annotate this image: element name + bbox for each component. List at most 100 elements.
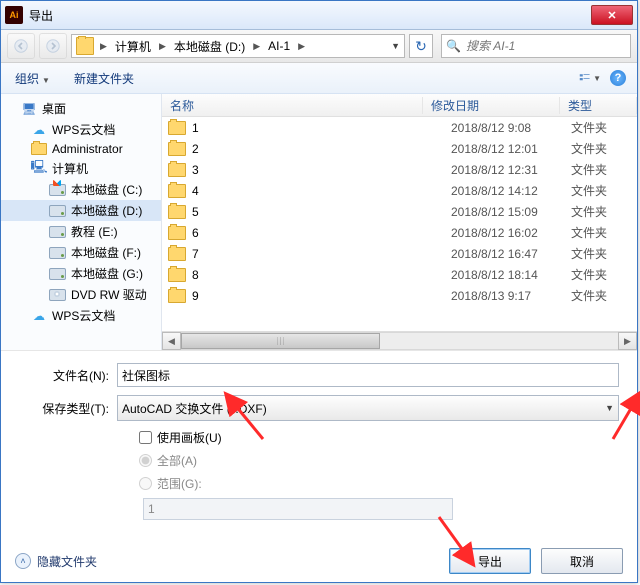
organize-menu[interactable]: 组织▼: [9, 68, 56, 89]
folder-icon: [168, 163, 186, 177]
file-name: 3: [192, 163, 451, 177]
file-date: 2018/8/12 14:12: [451, 184, 571, 198]
close-button[interactable]: ✕: [591, 5, 633, 25]
back-button[interactable]: [7, 33, 35, 59]
forward-button[interactable]: [39, 33, 67, 59]
list-header: 名称 修改日期 类型: [162, 94, 637, 117]
list-row[interactable]: 32018/8/12 12:31文件夹: [162, 159, 637, 180]
list-row[interactable]: 22018/8/12 12:01文件夹: [162, 138, 637, 159]
form-area: 文件名(N): 保存类型(T): AutoCAD 交换文件 (*.DXF)▼ 使…: [1, 350, 637, 526]
folder-icon: [168, 289, 186, 303]
file-type: 文件夹: [571, 140, 631, 157]
crumb-computer[interactable]: 计算机: [111, 36, 155, 57]
scroll-track[interactable]: [181, 332, 618, 350]
navbar: ▶ 计算机 ▶ 本地磁盘 (D:) ▶ AI-1 ▶ ▼ ↻ 🔍: [1, 30, 637, 63]
export-button[interactable]: 导出: [449, 548, 531, 574]
file-name: 2: [192, 142, 451, 156]
crumb-ai1[interactable]: AI-1: [264, 37, 294, 55]
tree-wps2[interactable]: ☁WPS云文档: [1, 305, 161, 326]
list-row[interactable]: 72018/8/12 16:47文件夹: [162, 243, 637, 264]
computer-icon: 🖳: [31, 162, 47, 176]
use-artboard-label: 使用画板(U): [157, 429, 222, 446]
tree-drive-c[interactable]: 本地磁盘 (C:): [1, 179, 161, 200]
list-row[interactable]: 52018/8/12 15:09文件夹: [162, 201, 637, 222]
folder-icon: [168, 226, 186, 240]
range-label: 范围(G):: [157, 475, 202, 492]
scroll-thumb[interactable]: [181, 333, 380, 349]
view-button[interactable]: ▼: [579, 68, 601, 88]
all-label: 全部(A): [157, 452, 197, 469]
file-date: 2018/8/12 18:14: [451, 268, 571, 282]
breadcrumb[interactable]: ▶ 计算机 ▶ 本地磁盘 (D:) ▶ AI-1 ▶ ▼: [71, 34, 405, 58]
folder-icon: [76, 37, 94, 55]
range-input: [143, 498, 453, 520]
list-row[interactable]: 62018/8/12 16:02文件夹: [162, 222, 637, 243]
folder-icon: [31, 143, 47, 155]
file-name: 8: [192, 268, 451, 282]
file-name: 9: [192, 289, 451, 303]
new-folder-button[interactable]: 新建文件夹: [68, 68, 140, 89]
savetype-select[interactable]: AutoCAD 交换文件 (*.DXF)▼: [117, 395, 619, 421]
filename-input[interactable]: [117, 363, 619, 387]
tree-wps-cloud[interactable]: ☁WPS云文档: [1, 119, 161, 140]
folder-icon: [168, 247, 186, 261]
tree-dvd[interactable]: DVD RW 驱动: [1, 284, 161, 305]
drive-icon: [49, 268, 66, 280]
drive-icon: [49, 247, 66, 259]
file-type: 文件夹: [571, 224, 631, 241]
file-name: 6: [192, 226, 451, 240]
list-row[interactable]: 42018/8/12 14:12文件夹: [162, 180, 637, 201]
search-input[interactable]: [464, 38, 626, 54]
folder-icon: [168, 205, 186, 219]
drive-icon: [49, 184, 66, 196]
search-icon: 🔍: [446, 39, 461, 53]
cloud-icon: ☁: [31, 309, 47, 323]
dvd-icon: [49, 289, 66, 301]
titlebar: Ai 导出 ✕: [1, 1, 637, 30]
file-date: 2018/8/12 16:47: [451, 247, 571, 261]
tree-computer[interactable]: 🖳计算机: [1, 158, 161, 179]
hide-folders-link[interactable]: ˄隐藏文件夹: [15, 553, 97, 570]
use-artboard-checkbox[interactable]: [139, 431, 152, 444]
export-dialog: Ai 导出 ✕ ▶ 计算机 ▶ 本地磁盘 (D:) ▶ AI-1 ▶ ▼ ↻ 🔍…: [0, 0, 638, 583]
window-title: 导出: [29, 7, 591, 24]
all-radio[interactable]: [139, 454, 152, 467]
cancel-button[interactable]: 取消: [541, 548, 623, 574]
tree-desktop[interactable]: 🖥桌面: [1, 98, 161, 119]
file-type: 文件夹: [571, 203, 631, 220]
folder-icon: [168, 268, 186, 282]
tree-drive-e[interactable]: 教程 (E:): [1, 221, 161, 242]
list-row[interactable]: 92018/8/13 9:17文件夹: [162, 285, 637, 306]
file-type: 文件夹: [571, 182, 631, 199]
refresh-button[interactable]: ↻: [409, 34, 433, 58]
chevron-down-icon[interactable]: ▼: [389, 41, 402, 51]
range-radio[interactable]: [139, 477, 152, 490]
footer: ˄隐藏文件夹 导出 取消: [1, 540, 637, 582]
col-type[interactable]: 类型: [560, 97, 637, 114]
file-date: 2018/8/12 15:09: [451, 205, 571, 219]
h-scrollbar[interactable]: ◀ ▶: [162, 331, 637, 350]
filename-label: 文件名(N):: [19, 367, 117, 384]
search-box[interactable]: 🔍: [441, 34, 631, 58]
scroll-left-button[interactable]: ◀: [162, 332, 181, 350]
tree-drive-f[interactable]: 本地磁盘 (F:): [1, 242, 161, 263]
list-row[interactable]: 82018/8/12 18:14文件夹: [162, 264, 637, 285]
file-name: 1: [192, 121, 451, 135]
col-name[interactable]: 名称: [162, 97, 423, 114]
list-body: 12018/8/12 9:08文件夹22018/8/12 12:01文件夹320…: [162, 117, 637, 331]
chevron-right-icon: ▶: [296, 41, 307, 52]
tree-drive-d[interactable]: 本地磁盘 (D:): [1, 200, 161, 221]
tree-admin[interactable]: Administrator: [1, 140, 161, 158]
drive-icon: [49, 205, 66, 217]
collapse-icon: ˄: [15, 553, 31, 569]
chevron-down-icon: ▼: [605, 403, 614, 413]
chevron-right-icon: ▶: [157, 41, 168, 52]
help-button[interactable]: ?: [607, 68, 629, 88]
crumb-d[interactable]: 本地磁盘 (D:): [170, 36, 249, 57]
scroll-right-button[interactable]: ▶: [618, 332, 637, 350]
file-list: 名称 修改日期 类型 12018/8/12 9:08文件夹22018/8/12 …: [162, 94, 637, 350]
tree-drive-g[interactable]: 本地磁盘 (G:): [1, 263, 161, 284]
file-name: 5: [192, 205, 451, 219]
list-row[interactable]: 12018/8/12 9:08文件夹: [162, 117, 637, 138]
col-date[interactable]: 修改日期: [423, 97, 560, 114]
